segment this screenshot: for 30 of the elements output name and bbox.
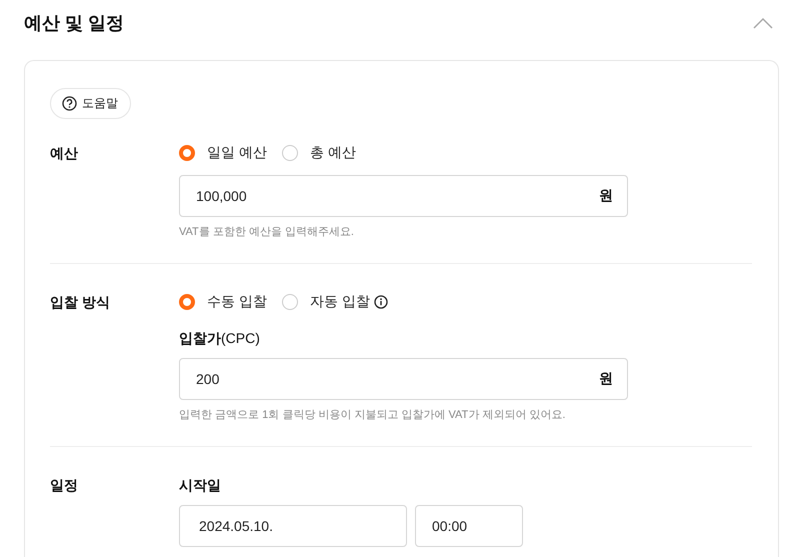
radio-label: 자동 입찰 <box>310 293 370 311</box>
radio-option[interactable]: 자동 입찰 <box>282 293 388 311</box>
field-label: 입찰 방식 <box>50 293 111 312</box>
radio-button[interactable] <box>282 294 298 310</box>
radio-button[interactable] <box>179 294 195 310</box>
section-title: 예산 및 일정 <box>24 12 124 35</box>
hint-text: VAT를 포함한 예산을 입력해주세요. <box>179 225 355 239</box>
radio-option[interactable]: 수동 입찰 <box>179 293 267 311</box>
help-icon <box>62 96 77 111</box>
chevron-icon[interactable] <box>753 17 773 29</box>
radio-button[interactable] <box>282 145 298 161</box>
field-label: 일정 <box>50 476 79 495</box>
field-label: 입찰가(CPC) <box>179 330 261 348</box>
bid-input[interactable]: 200 원 <box>179 358 628 400</box>
field-label: 시작일 <box>179 477 222 495</box>
radio-label: 수동 입찰 <box>207 293 267 311</box>
help-button[interactable]: 도움말 <box>50 88 131 119</box>
radio-option[interactable]: 총 예산 <box>282 144 356 162</box>
unit-label: 원 <box>599 370 613 388</box>
radio-label: 일일 예산 <box>207 144 267 162</box>
time-input[interactable]: 00:00 <box>415 505 523 547</box>
unit-label: 원 <box>599 187 613 205</box>
info-icon[interactable] <box>374 295 388 309</box>
radio-option[interactable]: 일일 예산 <box>179 144 267 162</box>
field-label: 예산 <box>50 144 79 163</box>
date-input[interactable]: 2024.05.10. <box>179 505 407 547</box>
radio-button[interactable] <box>179 145 195 161</box>
hint-text: 입력한 금액으로 1회 클릭당 비용이 지불되고 입찰가에 VAT가 제외되어 있어요. <box>179 408 566 422</box>
budget-input[interactable]: 100,000 원 <box>179 175 628 217</box>
radio-label: 총 예산 <box>310 144 356 162</box>
